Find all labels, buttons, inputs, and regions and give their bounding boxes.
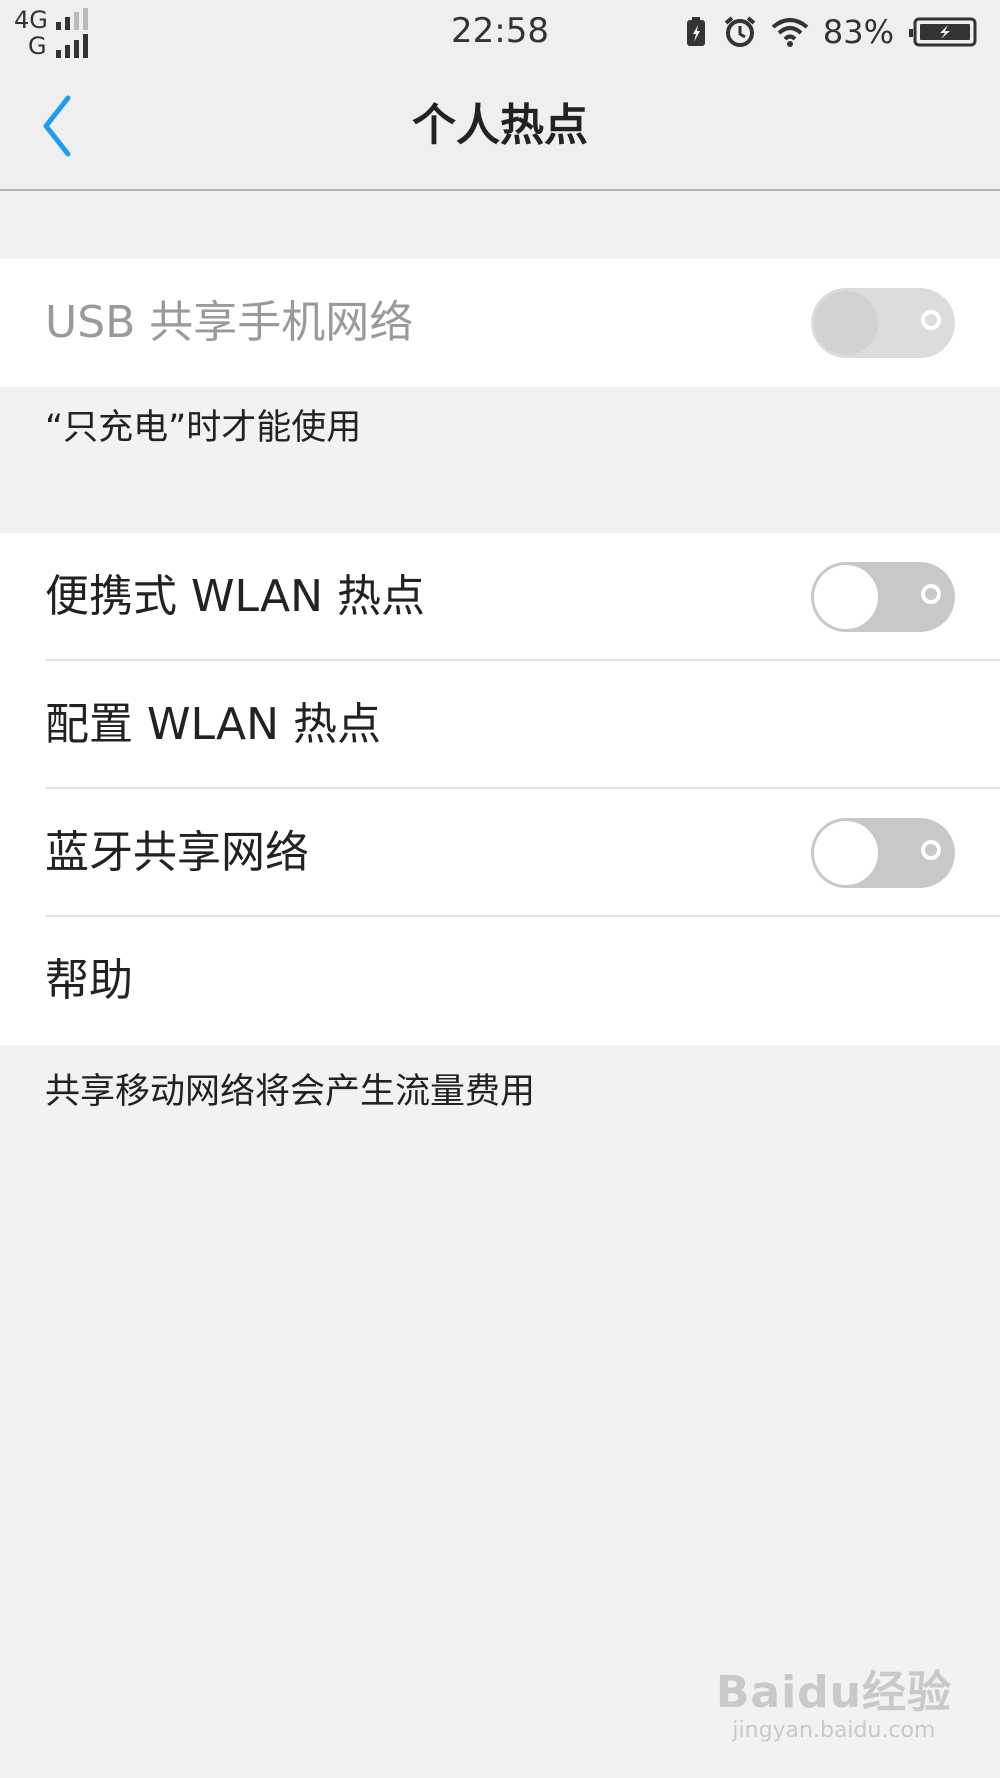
usb-tethering-note: “只充电”时才能使用 [45, 408, 362, 448]
alarm-icon [724, 16, 756, 47]
toggle-off-indicator-icon [921, 840, 941, 860]
toggle-off-indicator-icon [921, 310, 941, 330]
toggle-knob [814, 291, 878, 355]
toggle-knob [814, 821, 878, 885]
bluetooth-tethering-label: 蓝牙共享网络 [45, 827, 309, 878]
wlan-hotspot-row[interactable]: 便携式 WLAN 热点 [0, 533, 1000, 661]
data-charges-note: 共享移动网络将会产生流量费用 [45, 1072, 536, 1112]
status-bar: 4G G 22:58 83% [0, 0, 1000, 62]
configure-wlan-hotspot-label: 配置 WLAN 热点 [45, 699, 382, 750]
battery-saver-icon [686, 17, 705, 46]
usb-tethering-label: USB 共享手机网络 [45, 297, 414, 348]
toggle-off-indicator-icon [921, 584, 941, 604]
usb-tethering-toggle[interactable] [811, 288, 955, 358]
bluetooth-tethering-toggle[interactable] [811, 818, 955, 888]
wifi-icon [771, 18, 809, 47]
baidu-watermark: Baidu经验 jingyan.baidu.com [716, 1668, 952, 1744]
status-icons: 83% [669, 10, 978, 54]
page-title: 个人热点 [412, 100, 588, 151]
help-row[interactable]: 帮助 [0, 917, 1000, 1045]
usb-tethering-group: USB 共享手机网络 [0, 259, 1000, 387]
battery-charging-icon [909, 17, 977, 47]
wlan-hotspot-label: 便携式 WLAN 热点 [45, 571, 426, 622]
help-label: 帮助 [45, 955, 133, 1006]
usb-tethering-row: USB 共享手机网络 [0, 259, 1000, 387]
toggle-knob [814, 565, 878, 629]
hotspot-options-group: 便携式 WLAN 热点 配置 WLAN 热点 蓝牙共享网络 帮助 [0, 533, 1000, 1045]
battery-percent: 83% [822, 13, 894, 51]
title-bar: 个人热点 [0, 62, 1000, 191]
watermark-url: jingyan.baidu.com [732, 1718, 936, 1743]
watermark-brand: Baidu经验 [715, 1667, 952, 1718]
bluetooth-tethering-row[interactable]: 蓝牙共享网络 [0, 789, 1000, 917]
wlan-hotspot-toggle[interactable] [811, 562, 955, 632]
configure-wlan-hotspot-row[interactable]: 配置 WLAN 热点 [0, 661, 1000, 789]
